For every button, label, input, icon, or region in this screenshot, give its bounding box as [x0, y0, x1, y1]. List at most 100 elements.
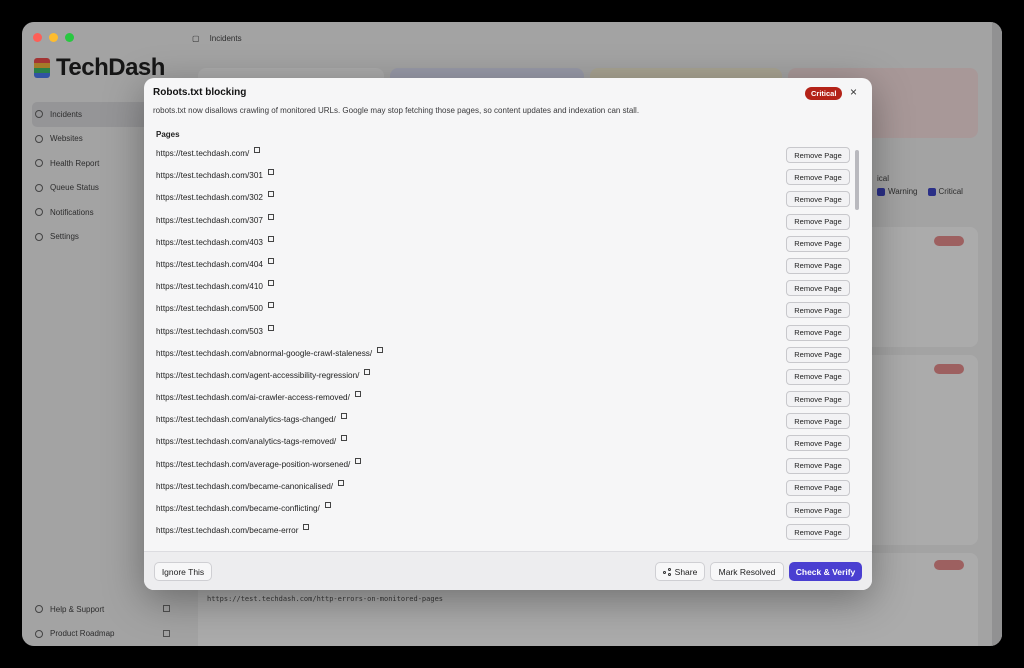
page-url-link[interactable]: https://test.techdash.com/average-positi…	[156, 457, 362, 469]
page-url-text: https://test.techdash.com/analytics-tags…	[156, 437, 337, 447]
modal-description: robots.txt now disallows crawling of mon…	[153, 106, 640, 115]
page-row: https://test.techdash.com/302 Remove Page	[144, 185, 862, 208]
remove-page-button[interactable]: Remove Page	[786, 280, 850, 297]
external-link-icon[interactable]	[267, 213, 274, 220]
page-row: https://test.techdash.com/agent-accessib…	[144, 363, 862, 385]
external-link-icon[interactable]	[338, 479, 345, 486]
mark-resolved-button[interactable]: Mark Resolved	[710, 562, 784, 581]
ignore-button[interactable]: Ignore This	[154, 562, 212, 581]
external-link-icon[interactable]	[254, 147, 261, 153]
page-url-link[interactable]: https://test.techdash.com/301	[156, 169, 274, 181]
remove-page-button[interactable]: Remove Page	[786, 435, 850, 452]
page-url-text: https://test.techdash.com/503	[156, 326, 263, 336]
external-link-icon[interactable]	[267, 257, 274, 264]
remove-page-button[interactable]: Remove Page	[786, 235, 850, 252]
page-url-link[interactable]: https://test.techdash.com/agent-accessib…	[156, 368, 371, 380]
modal-footer: Ignore This Share Mark Resolved Check & …	[144, 551, 872, 590]
page-url-text: https://test.techdash.com/became-conflic…	[156, 504, 320, 513]
page-url-link[interactable]: https://test.techdash.com/503	[156, 324, 274, 336]
pages-heading: Pages	[156, 130, 180, 139]
remove-page-button[interactable]: Remove Page	[786, 502, 850, 518]
page-url-link[interactable]: https://test.techdash.com/404	[156, 257, 274, 269]
page-url-link[interactable]: https://test.techdash.com/became-canonic…	[156, 479, 345, 491]
page-url-text: https://test.techdash.com/analytics-tags…	[156, 415, 336, 425]
incident-modal: Robots.txt blocking Critical × robots.tx…	[144, 78, 872, 590]
page-row: https://test.techdash.com/403 Remove Page	[144, 230, 862, 252]
page-url-link[interactable]: https://test.techdash.com/302	[156, 191, 274, 202]
page-url-link[interactable]: https://test.techdash.com/500	[156, 302, 274, 313]
remove-page-button[interactable]: Remove Page	[786, 257, 850, 274]
external-link-icon[interactable]	[267, 235, 274, 242]
remove-page-button[interactable]: Remove Page	[786, 147, 850, 163]
check-verify-button[interactable]: Check & Verify	[789, 562, 862, 581]
remove-page-button[interactable]: Remove Page	[786, 191, 850, 208]
page-url-text: https://test.techdash.com/became-error	[156, 526, 299, 536]
page-url-link[interactable]: https://test.techdash.com/	[156, 147, 261, 158]
page-row: https://test.techdash.com/ai-crawler-acc…	[144, 385, 862, 408]
page-row: https://test.techdash.com/410 Remove Page	[144, 274, 862, 297]
page-url-text: https://test.techdash.com/became-canonic…	[156, 481, 334, 491]
minimize-window-button[interactable]	[49, 33, 58, 42]
remove-page-button[interactable]: Remove Page	[786, 169, 850, 186]
page-row: https://test.techdash.com/became-error Re…	[144, 518, 862, 541]
page-url-link[interactable]: https://test.techdash.com/ai-crawler-acc…	[156, 391, 361, 402]
page-row: https://test.techdash.com/500 Remove Page	[144, 296, 862, 319]
page-url-link[interactable]: https://test.techdash.com/became-conflic…	[156, 502, 331, 513]
external-link-icon[interactable]	[377, 346, 384, 353]
page-row: https://test.techdash.com/became-canonic…	[144, 474, 862, 496]
external-link-icon[interactable]	[267, 191, 274, 198]
remove-page-button[interactable]: Remove Page	[786, 213, 850, 230]
remove-page-button[interactable]: Remove Page	[786, 368, 850, 385]
external-link-icon[interactable]	[355, 457, 362, 464]
external-link-icon[interactable]	[354, 391, 361, 398]
external-link-icon[interactable]	[324, 502, 331, 508]
page-row: https://test.techdash.com/404 Remove Page	[144, 252, 862, 274]
external-link-icon[interactable]	[364, 368, 371, 375]
remove-page-button[interactable]: Remove Page	[786, 391, 850, 408]
remove-page-button[interactable]: Remove Page	[786, 324, 850, 341]
share-button[interactable]: Share	[655, 562, 705, 581]
page-row: https://test.techdash.com/307 Remove Page	[144, 208, 862, 230]
page-url-text: https://test.techdash.com/abnormal-googl…	[156, 348, 373, 358]
external-link-icon[interactable]	[267, 280, 274, 287]
page-row: https://test.techdash.com/became-conflic…	[144, 496, 862, 518]
page-url-text: https://test.techdash.com/403	[156, 237, 263, 247]
scrollbar[interactable]	[855, 150, 859, 210]
page-url-text: https://test.techdash.com/	[156, 149, 250, 158]
page-row: https://test.techdash.com/503 Remove Page	[144, 319, 862, 341]
external-link-icon[interactable]	[341, 435, 348, 442]
page-row: https://test.techdash.com/analytics-tags…	[144, 429, 862, 452]
page-url-text: https://test.techdash.com/301	[156, 171, 263, 181]
external-link-icon[interactable]	[303, 524, 310, 531]
page-url-text: https://test.techdash.com/agent-accessib…	[156, 370, 360, 380]
page-row: https://test.techdash.com/average-positi…	[144, 452, 862, 474]
page-url-text: https://test.techdash.com/307	[156, 215, 263, 225]
close-window-button[interactable]	[33, 33, 42, 42]
page-url-link[interactable]: https://test.techdash.com/307	[156, 213, 274, 225]
remove-page-button[interactable]: Remove Page	[786, 302, 850, 319]
remove-page-button[interactable]: Remove Page	[786, 524, 850, 541]
remove-page-button[interactable]: Remove Page	[786, 346, 850, 363]
page-url-link[interactable]: https://test.techdash.com/analytics-tags…	[156, 413, 347, 425]
remove-page-button[interactable]: Remove Page	[786, 457, 850, 474]
page-url-link[interactable]: https://test.techdash.com/became-error	[156, 524, 310, 536]
remove-page-button[interactable]: Remove Page	[786, 479, 850, 496]
page-url-link[interactable]: https://test.techdash.com/410	[156, 280, 274, 291]
remove-page-button[interactable]: Remove Page	[786, 413, 850, 430]
page-row: https://test.techdash.com/abnormal-googl…	[144, 341, 862, 363]
share-button-label: Share	[674, 566, 698, 577]
page-url-link[interactable]: https://test.techdash.com/analytics-tags…	[156, 435, 348, 447]
page-url-link[interactable]: https://test.techdash.com/abnormal-googl…	[156, 346, 384, 358]
page-row: https://test.techdash.com/301 Remove Page	[144, 163, 862, 186]
severity-badge: Critical	[805, 87, 843, 100]
page-url-text: https://test.techdash.com/average-positi…	[156, 459, 351, 469]
external-link-icon[interactable]	[267, 324, 274, 331]
external-link-icon[interactable]	[340, 413, 347, 420]
external-link-icon[interactable]	[267, 302, 274, 309]
app-window: TechDash Incidents Websites Health Report Q…	[22, 22, 1002, 646]
close-icon[interactable]: ×	[850, 85, 857, 99]
maximize-window-button[interactable]	[65, 33, 74, 42]
page-url-link[interactable]: https://test.techdash.com/403	[156, 235, 274, 247]
external-link-icon[interactable]	[267, 169, 274, 176]
page-row: https://test.techdash.com/Remove Page	[144, 141, 862, 163]
